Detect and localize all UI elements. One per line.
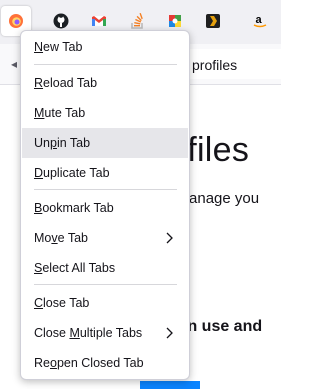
menu-separator [34,64,177,65]
menu-item-label: New Tab [34,40,83,54]
menu-item-label: Move Tab [34,231,88,245]
url-bar-text: profiles [192,57,238,73]
menu-separator [34,189,177,190]
menu-separator [34,284,177,285]
chevron-left-icon[interactable]: ◂ [11,57,17,71]
menu-item-label: Mute Tab [34,106,86,120]
amazon-tab-icon: a [253,14,267,28]
page-button-edge[interactable] [140,381,200,389]
menu-item-label: Bookmark Tab [34,201,114,215]
menu-item-bookmark-tab[interactable]: Bookmark Tab [22,193,188,223]
stackoverflow-tab-icon [131,13,143,29]
pinned-tab-plex[interactable] [198,6,228,36]
menu-item-label: Reload Tab [34,76,98,90]
menu-item-reopen-closed-tab[interactable]: Reopen Closed Tab [22,348,188,378]
menu-item-label: Unpin Tab [34,136,91,150]
github-tab-icon [53,13,69,29]
page-section-text: in use and [183,318,263,335]
menu-item-new-tab[interactable]: New Tab [22,32,188,62]
menu-item-close-multiple-tabs[interactable]: Close Multiple Tabs [22,318,188,348]
menu-item-unpin-tab[interactable]: Unpin Tab [22,128,188,158]
tab-context-menu: New Tab Reload Tab Mute Tab Unpin Tab Duplic… [20,30,190,380]
chevron-right-icon [166,327,173,339]
menu-item-label: Select All Tabs [34,261,116,275]
gmail-tab-icon [92,16,106,26]
colorful-app-tab-icon [169,15,181,27]
chevron-right-icon [166,232,173,244]
menu-item-move-tab[interactable]: Move Tab [22,223,188,253]
menu-item-label: Close Tab [34,296,90,310]
menu-item-close-tab[interactable]: Close Tab [22,288,188,318]
svg-text:a: a [256,14,263,26]
firefox-tab-icon [9,14,23,28]
menu-item-reload-tab[interactable]: Reload Tab [22,68,188,98]
menu-item-mute-tab[interactable]: Mute Tab [22,98,188,128]
pinned-tab-amazon[interactable]: a [245,6,275,36]
menu-item-label: Reopen Closed Tab [34,356,144,370]
menu-item-label: Close Multiple Tabs [34,326,143,340]
menu-item-label: Duplicate Tab [34,166,110,180]
menu-item-select-all-tabs[interactable]: Select All Tabs [22,253,188,283]
plex-tab-icon [206,14,220,28]
menu-item-duplicate-tab[interactable]: Duplicate Tab [22,158,188,188]
